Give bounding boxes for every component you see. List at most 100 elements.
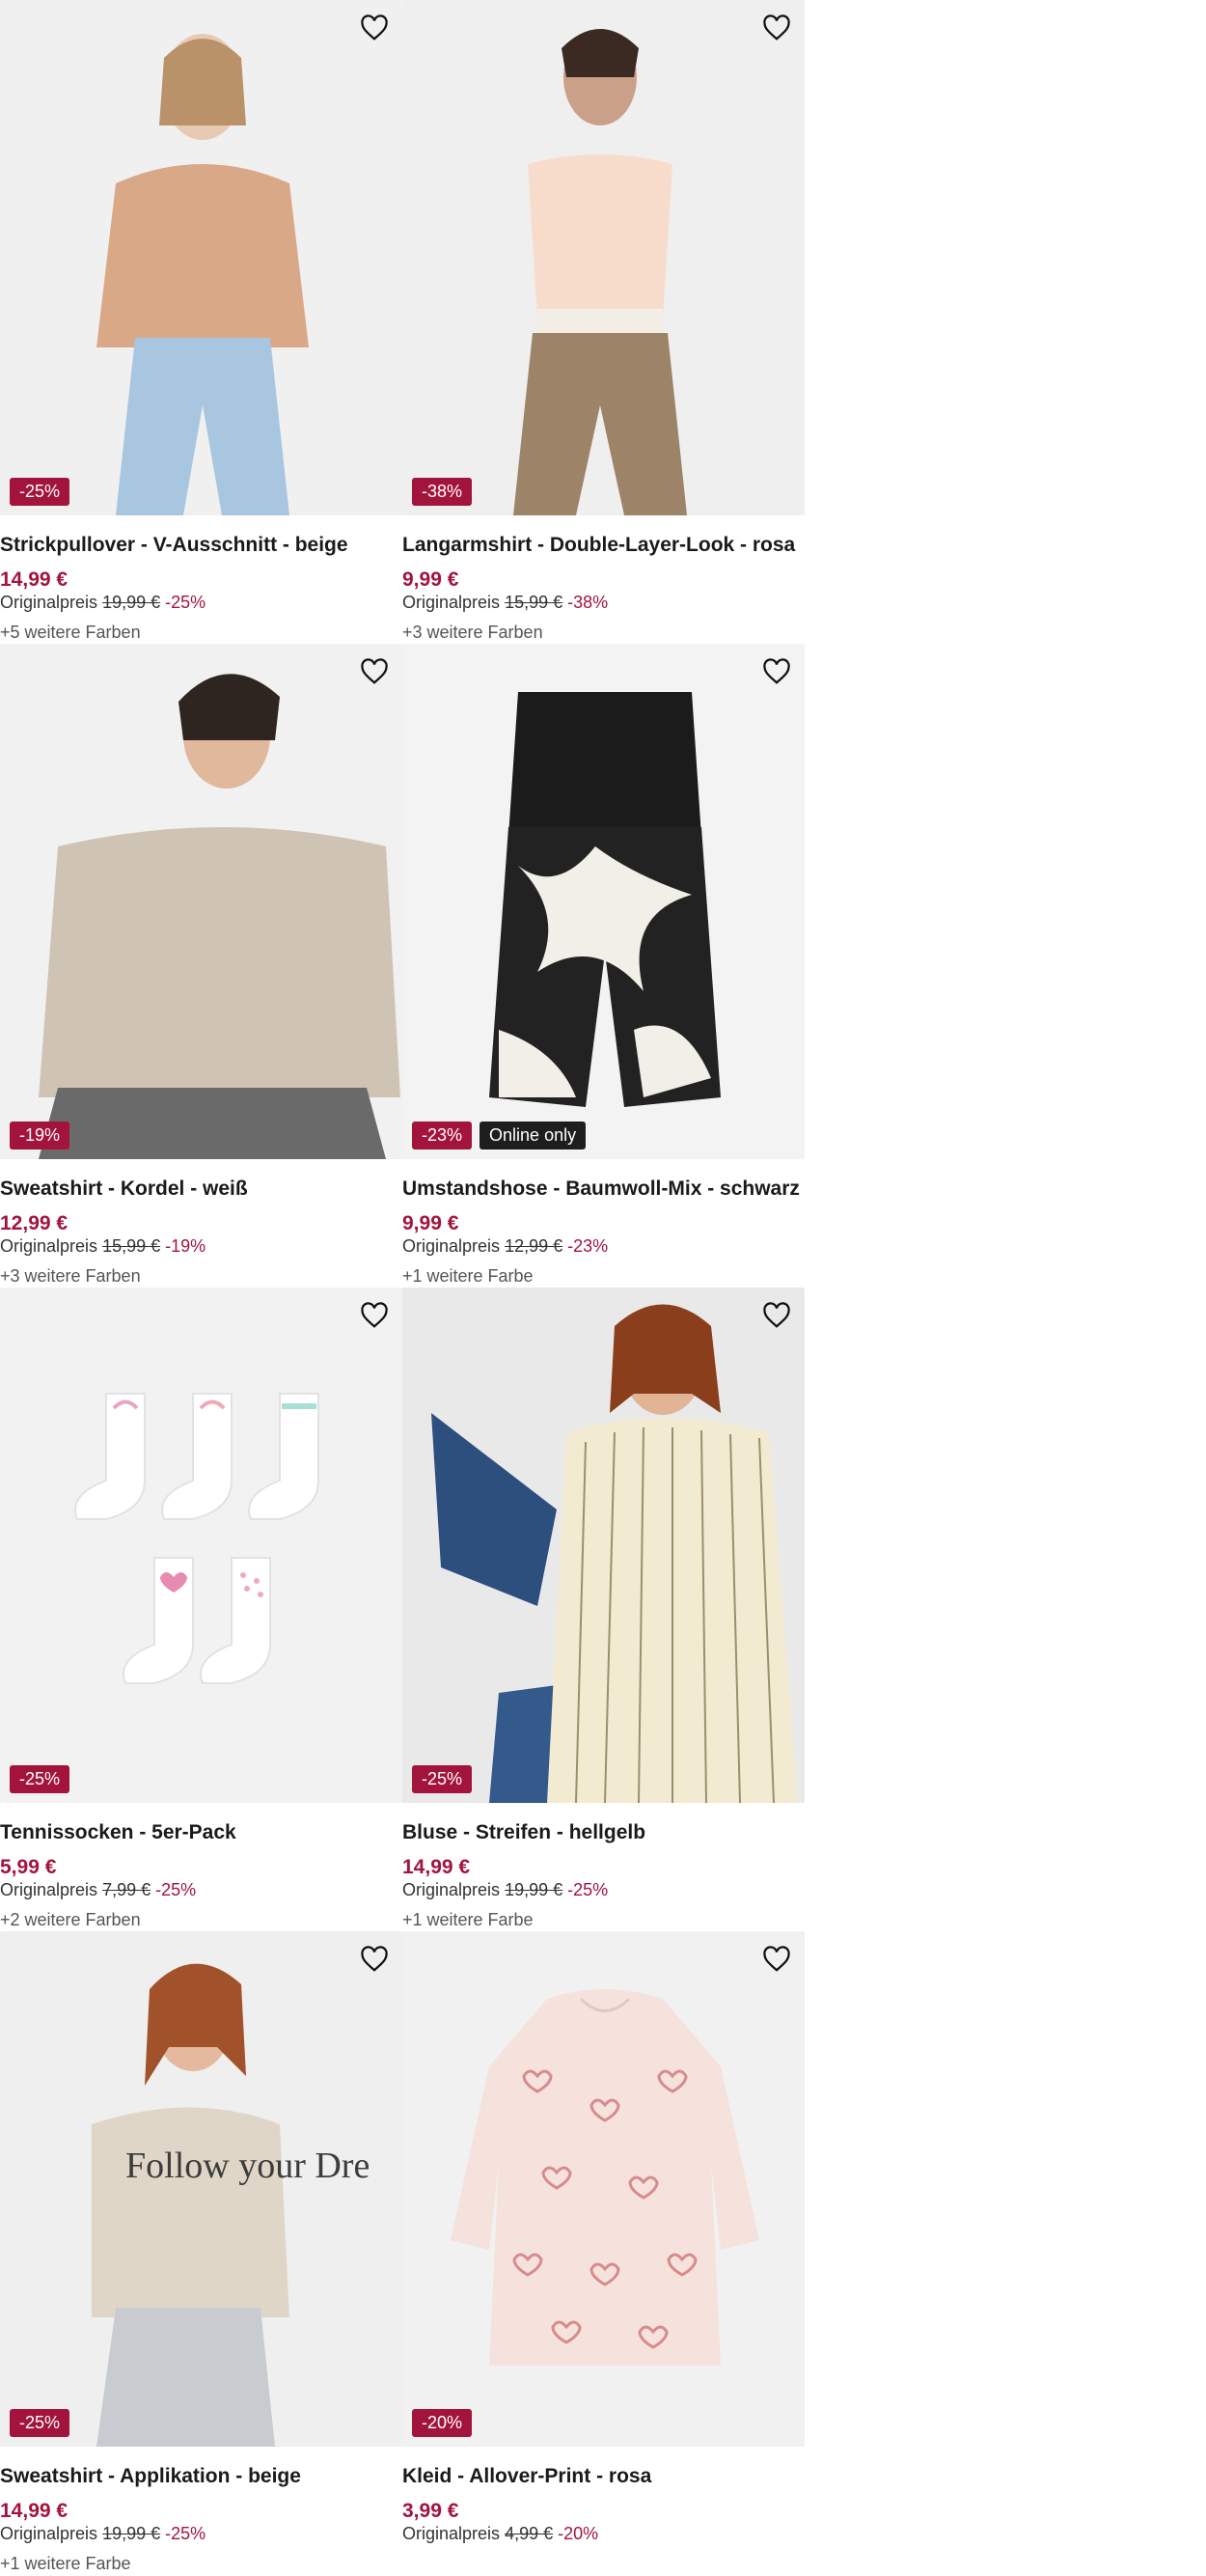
discount-percent: -20% xyxy=(558,2524,599,2543)
heart-outline-icon xyxy=(763,658,790,684)
more-colors[interactable]: +1 weitere Farbe xyxy=(402,1910,534,1930)
heart-outline-icon xyxy=(361,658,388,684)
original-price-label: Originalpreis xyxy=(0,1880,98,1899)
badges: -25% xyxy=(10,2409,70,2437)
discount-percent: -19% xyxy=(165,1236,206,1256)
badges: -20% xyxy=(412,2409,473,2437)
product-price: 14,99 € xyxy=(0,2500,69,2522)
product-photo xyxy=(0,0,402,515)
product-price: 9,99 € xyxy=(402,1212,459,1234)
product-card[interactable]: -38% Langarmshirt - Double-Layer-Look - … xyxy=(402,0,805,644)
product-image[interactable]: -38% xyxy=(402,0,805,515)
product-photo xyxy=(0,1288,402,1803)
discount-badge: -25% xyxy=(10,478,70,506)
old-price: 7,99 € xyxy=(102,1880,151,1899)
original-price-label: Originalpreis xyxy=(402,1880,501,1899)
badges: -38% xyxy=(412,478,473,506)
product-card[interactable]: -23% Online only Umstandshose - Baumwoll… xyxy=(402,644,805,1288)
badges: -23% Online only xyxy=(412,1122,587,1150)
favorite-button[interactable] xyxy=(760,1943,793,1976)
product-title[interactable]: Strickpullover - V-Ausschnitt - beige xyxy=(0,534,348,557)
old-price: 15,99 € xyxy=(505,593,563,612)
heart-outline-icon xyxy=(361,14,388,41)
more-colors[interactable]: +2 weitere Farben xyxy=(0,1910,141,1930)
favorite-button[interactable] xyxy=(760,655,793,688)
online-only-badge: Online only xyxy=(480,1122,587,1150)
product-title[interactable]: Sweatshirt - Kordel - weiß xyxy=(0,1177,248,1201)
favorite-button[interactable] xyxy=(760,12,793,44)
product-card[interactable]: -19% Sweatshirt - Kordel - weiß 12,99 € … xyxy=(0,644,402,1288)
original-price: Originalpreis 19,99 € -25% xyxy=(0,593,206,613)
product-price: 5,99 € xyxy=(0,1856,57,1878)
original-price: Originalpreis 15,99 € -38% xyxy=(402,593,608,613)
original-price-label: Originalpreis xyxy=(402,1236,501,1256)
product-card[interactable]: -20% Kleid - Allover-Print - rosa 3,99 €… xyxy=(402,1931,805,2575)
old-price: 19,99 € xyxy=(505,1880,563,1899)
product-title[interactable]: Umstandshose - Baumwoll-Mix - schwarz xyxy=(402,1177,800,1201)
product-title[interactable]: Sweatshirt - Applikation - beige xyxy=(0,2465,301,2488)
favorite-button[interactable] xyxy=(760,1299,793,1332)
original-price: Originalpreis 15,99 € -19% xyxy=(0,1236,206,1257)
product-price: 12,99 € xyxy=(0,1212,69,1234)
more-colors[interactable]: +1 weitere Farbe xyxy=(0,2554,131,2574)
original-price-label: Originalpreis xyxy=(402,2524,501,2543)
product-photo xyxy=(402,1288,805,1803)
more-colors[interactable]: +3 weitere Farben xyxy=(402,623,543,643)
badges: -25% xyxy=(412,1765,473,1793)
discount-badge: -25% xyxy=(10,2409,70,2437)
discount-percent: -38% xyxy=(567,593,609,612)
original-price: Originalpreis 12,99 € -23% xyxy=(402,1236,608,1257)
product-photo: Follow your Dre xyxy=(0,1931,402,2447)
original-price: Originalpreis 19,99 € -25% xyxy=(402,1880,608,1900)
more-colors[interactable]: +3 weitere Farben xyxy=(0,1266,141,1287)
product-price: 3,99 € xyxy=(402,2500,459,2522)
product-title[interactable]: Bluse - Streifen - hellgelb xyxy=(402,1821,645,1844)
badges: -25% xyxy=(10,1765,70,1793)
original-price-label: Originalpreis xyxy=(402,593,501,612)
favorite-button[interactable] xyxy=(358,1299,391,1332)
product-card[interactable]: -25% Bluse - Streifen - hellgelb 14,99 €… xyxy=(402,1288,805,1931)
old-price: 19,99 € xyxy=(102,2524,161,2543)
favorite-button[interactable] xyxy=(358,12,391,44)
heart-outline-icon xyxy=(361,1302,388,1328)
product-title[interactable]: Tennissocken - 5er-Pack xyxy=(0,1821,236,1844)
original-price-label: Originalpreis xyxy=(0,1236,98,1256)
product-card[interactable]: Follow your Dre -25% Sweatshirt - Applik… xyxy=(0,1931,402,2575)
badges: -25% xyxy=(10,478,70,506)
old-price: 4,99 € xyxy=(505,2524,554,2543)
old-price: 12,99 € xyxy=(505,1236,563,1256)
product-image[interactable]: -19% xyxy=(0,644,402,1159)
product-price: 14,99 € xyxy=(0,568,69,591)
product-card[interactable]: -25% Tennissocken - 5er-Pack 5,99 € Orig… xyxy=(0,1288,402,1931)
product-title[interactable]: Langarmshirt - Double-Layer-Look - rosa xyxy=(402,534,795,557)
product-image[interactable]: -23% Online only xyxy=(402,644,805,1159)
more-colors[interactable]: +1 weitere Farbe xyxy=(402,1266,534,1287)
product-title[interactable]: Kleid - Allover-Print - rosa xyxy=(402,2465,651,2488)
discount-badge: -25% xyxy=(10,1765,70,1793)
product-photo xyxy=(402,0,805,515)
old-price: 19,99 € xyxy=(102,593,161,612)
product-photo xyxy=(0,644,402,1159)
heart-outline-icon xyxy=(763,14,790,41)
favorite-button[interactable] xyxy=(358,655,391,688)
discount-percent: -25% xyxy=(155,1880,197,1899)
original-price: Originalpreis 4,99 € -20% xyxy=(402,2524,598,2544)
product-price: 14,99 € xyxy=(402,1856,471,1878)
product-price: 9,99 € xyxy=(402,568,459,591)
discount-badge: -25% xyxy=(412,1765,473,1793)
heart-outline-icon xyxy=(763,1946,790,1972)
old-price: 15,99 € xyxy=(102,1236,161,1256)
product-card[interactable]: -25% Strickpullover - V-Ausschnitt - bei… xyxy=(0,0,402,644)
product-image[interactable]: -20% xyxy=(402,1931,805,2447)
more-colors[interactable]: +5 weitere Farben xyxy=(0,623,141,643)
product-image[interactable]: -25% xyxy=(0,1288,402,1803)
heart-outline-icon xyxy=(763,1302,790,1328)
badges: -19% xyxy=(10,1122,70,1150)
product-image[interactable]: -25% xyxy=(402,1288,805,1803)
heart-outline-icon xyxy=(361,1946,388,1972)
product-image[interactable]: Follow your Dre -25% xyxy=(0,1931,402,2447)
discount-badge: -19% xyxy=(10,1122,70,1150)
product-image[interactable]: -25% xyxy=(0,0,402,515)
discount-percent: -25% xyxy=(567,1880,609,1899)
favorite-button[interactable] xyxy=(358,1943,391,1976)
